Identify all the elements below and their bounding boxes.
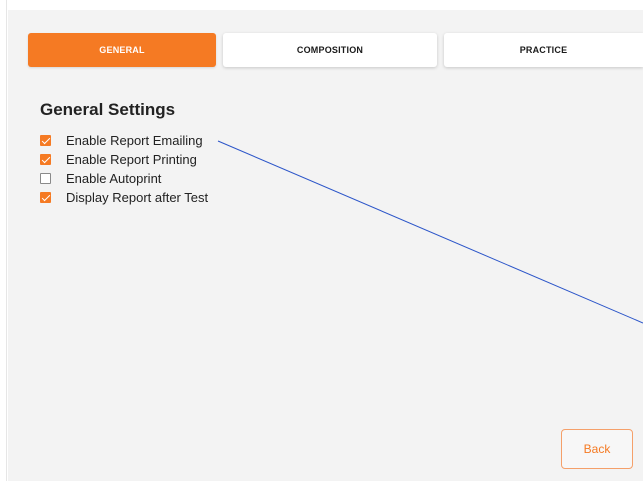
- settings-panel: [8, 10, 643, 481]
- tab-composition[interactable]: COMPOSITION: [223, 33, 437, 67]
- setting-label: Display Report after Test: [66, 190, 209, 205]
- setting-display-report-after-test[interactable]: Display Report after Test: [40, 188, 208, 207]
- checkbox-checked-icon[interactable]: [40, 192, 51, 203]
- tab-practice[interactable]: PRACTICE: [444, 33, 643, 67]
- tab-general[interactable]: GENERAL: [28, 33, 216, 67]
- checkbox-unchecked-icon[interactable]: [40, 173, 51, 184]
- section-title: General Settings: [40, 100, 176, 119]
- setting-enable-report-printing[interactable]: Enable Report Printing: [40, 150, 208, 169]
- setting-enable-report-emailing[interactable]: Enable Report Emailing: [40, 131, 208, 150]
- settings-page: GENERAL COMPOSITION PRACTICE General Set…: [0, 0, 643, 481]
- window-edge: [6, 0, 7, 481]
- checkbox-checked-icon[interactable]: [40, 135, 51, 146]
- setting-enable-autoprint[interactable]: Enable Autoprint: [40, 169, 208, 188]
- checkbox-checked-icon[interactable]: [40, 154, 51, 165]
- setting-label: Enable Report Emailing: [66, 133, 203, 148]
- setting-label: Enable Report Printing: [66, 152, 197, 167]
- back-button[interactable]: Back: [561, 429, 633, 469]
- setting-label: Enable Autoprint: [66, 171, 162, 186]
- settings-list: Enable Report Emailing Enable Report Pri…: [40, 131, 208, 207]
- tab-bar: GENERAL COMPOSITION PRACTICE: [28, 33, 643, 67]
